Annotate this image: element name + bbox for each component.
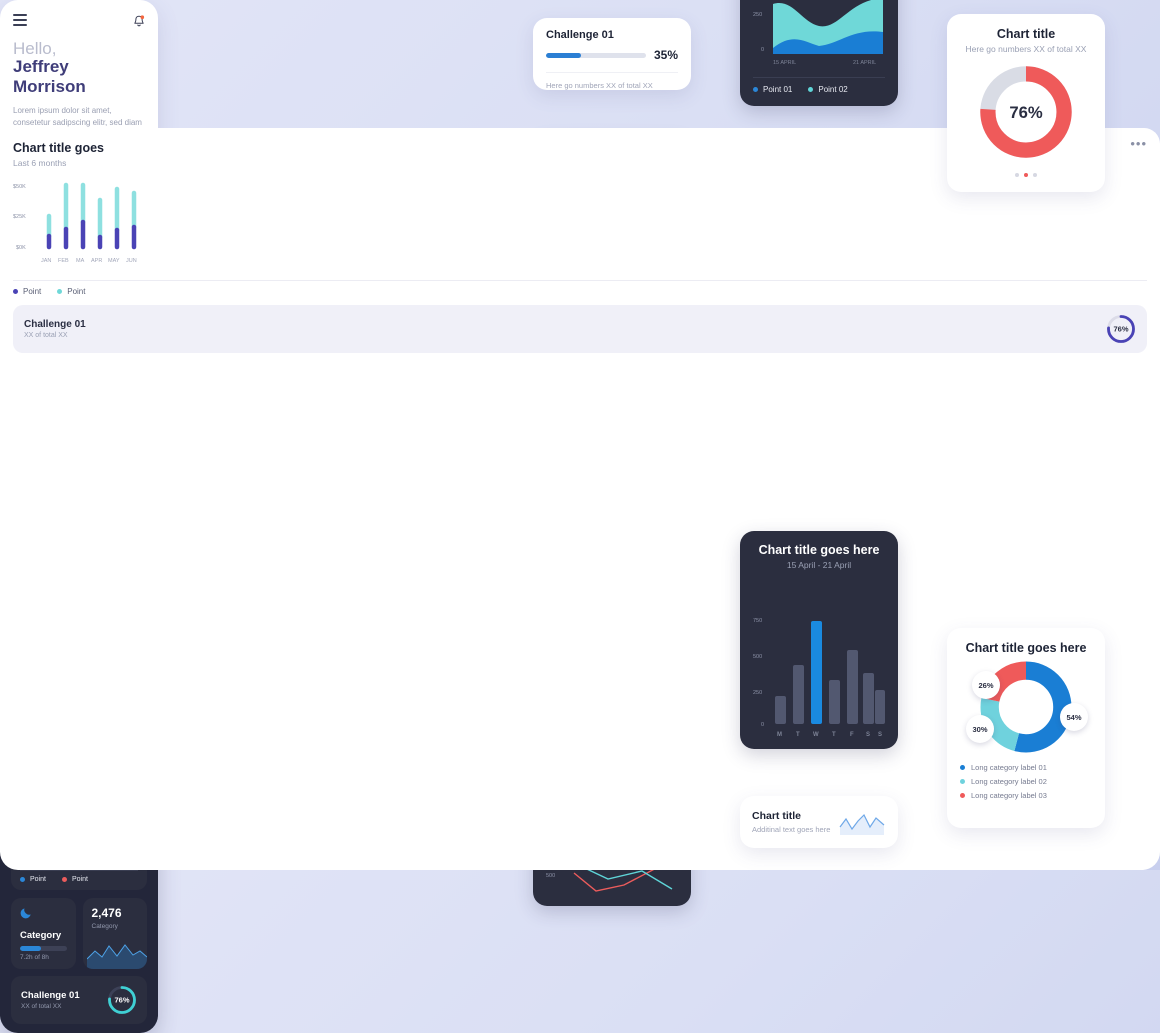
tile-sparkline [87, 944, 147, 969]
donut-value: 76% [1009, 103, 1043, 122]
chart-title: Chart title goes here [758, 543, 880, 557]
sparkline-plot [839, 813, 885, 835]
pagination-dots[interactable] [960, 173, 1092, 177]
sparkline-summary-card[interactable]: Chart title Additinal text goes here [740, 796, 898, 848]
legend-label: Long category label 03 [971, 791, 1047, 800]
page-dot[interactable] [1033, 173, 1037, 177]
legend-label: Point [30, 876, 46, 883]
progress-track [20, 946, 67, 951]
legend-item: Long category label 03 [960, 791, 1092, 800]
progress-track [546, 52, 646, 58]
legend-dot [753, 87, 758, 92]
challenge-card[interactable]: Challenge 01 XX of total XX 76% [11, 976, 147, 1024]
svg-text:0: 0 [761, 47, 764, 53]
poster-canvas: Charts Free UI Kit for amazing dashboard… [0, 0, 1160, 1033]
legend-label: Point 02 [818, 85, 848, 94]
chart-subtitle: Here go numbers XX of total XX [965, 44, 1087, 54]
progress-ring: 76% [108, 986, 136, 1014]
legend-dot [808, 87, 814, 92]
svg-text:T: T [796, 732, 800, 738]
multi-donut-card[interactable]: Chart title goes here 26% 30% 54% Long c… [947, 628, 1105, 828]
svg-text:S: S [866, 732, 870, 738]
challenge-progress-card[interactable]: Challenge 01 35% Here go numbers XX of t… [533, 18, 691, 90]
moon-icon [20, 908, 31, 919]
challenge-title: Challenge 01 [21, 990, 80, 1001]
tile-label: Category [91, 923, 118, 930]
challenge-percent: 35% [653, 48, 678, 62]
chart-subtitle: Additinal text goes here [752, 825, 831, 834]
tile-title: Category [20, 930, 62, 941]
svg-text:500: 500 [546, 873, 555, 879]
tile-value: 2,476 [91, 906, 122, 920]
chart-legend: Point Point [20, 876, 138, 883]
legend-label: Long category label 02 [971, 777, 1047, 786]
page-dot-active[interactable] [1024, 173, 1028, 177]
legend-label: Point 01 [763, 85, 793, 94]
svg-text:M: M [777, 732, 782, 738]
ring-label: 76% [114, 996, 129, 1005]
chart-subtitle: 15 April - 21 April [786, 560, 852, 570]
slice-label-30: 30% [966, 715, 994, 743]
slice-label-26: 26% [972, 671, 1000, 699]
legend-item: Long category label 01 [960, 763, 1092, 772]
svg-text:F: F [850, 732, 854, 738]
svg-text:250: 250 [753, 690, 762, 696]
svg-text:15 APRIL: 15 APRIL [773, 60, 796, 66]
legend-dot [960, 765, 965, 770]
chart-title: Chart title [752, 810, 802, 822]
svg-text:500: 500 [753, 654, 762, 660]
svg-text:S: S [878, 732, 882, 738]
progress-row: 35% [546, 48, 678, 62]
challenge-card[interactable]: Challenge 01 XX of total XX 76% [13, 305, 1147, 353]
legend-item: Long category label 02 [960, 777, 1092, 786]
chart-title: Chart title goes here [965, 641, 1087, 655]
challenge-title: Challenge 01 [546, 29, 614, 41]
legend-label: Long category label 01 [971, 763, 1047, 772]
balance-sheet: Chart title goes Last 6 months ••• $50K … [0, 128, 1160, 870]
svg-text:T: T [832, 732, 836, 738]
progress-fill [546, 52, 581, 58]
weekly-bar-chart-card[interactable]: Chart title goes here 15 April - 21 Apri… [740, 531, 898, 749]
challenge-subtitle: XX of total XX [21, 1003, 62, 1010]
svg-text:W: W [813, 732, 819, 738]
user-name: Jeffrey Morrison [13, 57, 86, 96]
category-tile[interactable]: Category 7.2h of 8h [11, 898, 76, 969]
svg-text:250: 250 [753, 12, 762, 18]
menu-icon[interactable] [13, 14, 27, 29]
red-donut-card[interactable]: Chart title Here go numbers XX of total … [947, 14, 1105, 192]
chart-legend: Point 01 Point 02 [753, 85, 885, 94]
area-plot: 250 0 15 APRIL 21 APRIL [753, 0, 883, 66]
page-dot[interactable] [1015, 173, 1019, 177]
donut-plot: 76% [980, 66, 1072, 158]
balance-phone-mockup[interactable]: My balance $56,271.68 $921 $3,736 Chart … [0, 128, 1160, 870]
legend-dot [960, 779, 965, 784]
legend-label: Point [71, 876, 88, 883]
number-tile[interactable]: 2,476 Category [82, 898, 147, 969]
slice-label-54: 54% [1060, 703, 1088, 731]
weekly-bar-plot: 750 500 250 0 M T W T F S S [753, 618, 885, 738]
tile-meta: 7.2h of 8h [20, 954, 49, 961]
legend-dot [61, 877, 67, 882]
svg-text:750: 750 [753, 618, 762, 624]
legend-dot [20, 877, 25, 882]
progress-fill [20, 946, 41, 951]
svg-text:0: 0 [761, 722, 764, 728]
greeting-text: Hello, [13, 39, 57, 58]
notification-bell-icon[interactable] [133, 15, 145, 28]
chart-title: Chart title [996, 27, 1056, 41]
challenge-footer: Here go numbers XX of total XX [546, 72, 678, 90]
svg-text:21 APRIL: 21 APRIL [853, 60, 876, 66]
top-area-chart-card[interactable]: 250 0 15 APRIL 21 APRIL Point 01 Point 0… [740, 0, 898, 106]
legend-dot [960, 793, 965, 798]
